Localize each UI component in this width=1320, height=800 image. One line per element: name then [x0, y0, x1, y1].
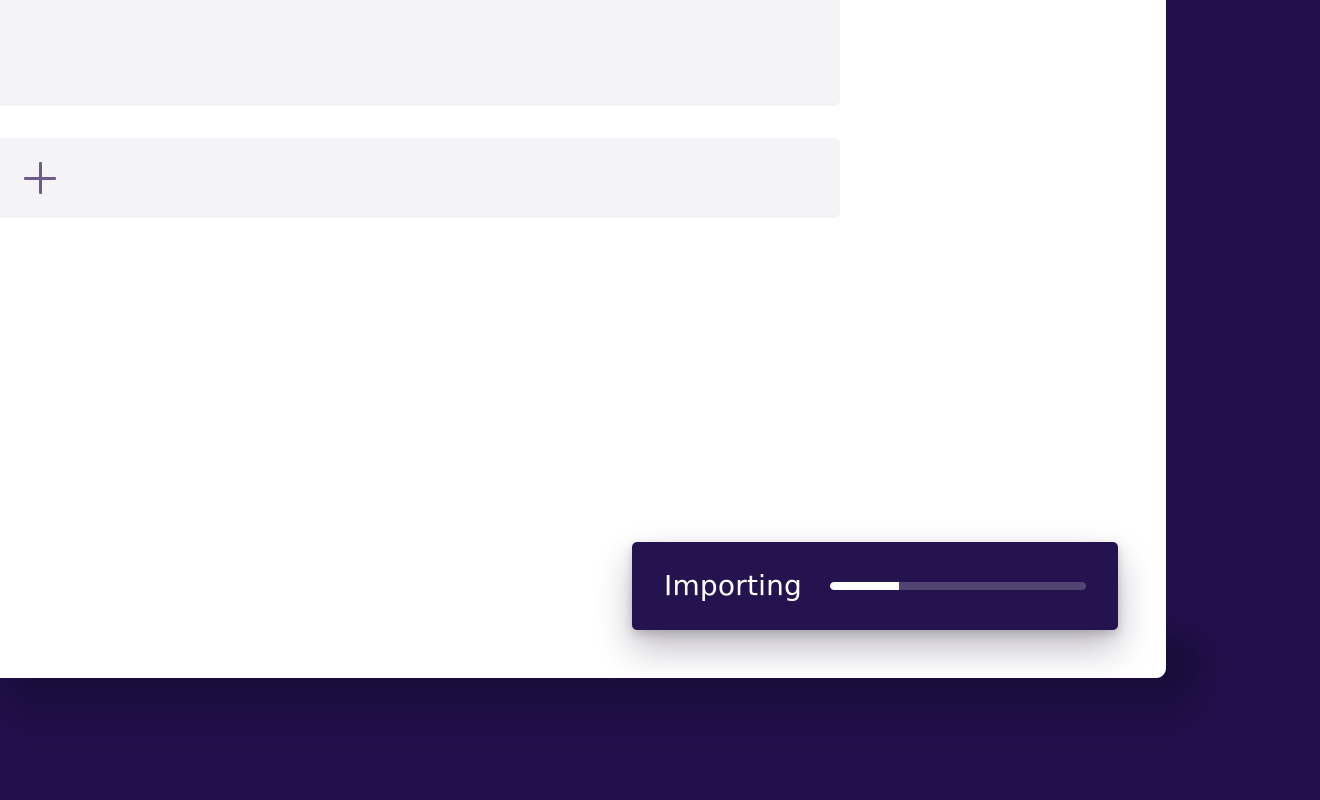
add-item-row[interactable]	[0, 138, 840, 218]
toast-label: Importing	[664, 569, 803, 602]
app-window: Importing	[0, 0, 1166, 678]
progress-bar	[830, 582, 1086, 590]
import-toast: Importing	[632, 542, 1118, 630]
content-panel	[0, 0, 840, 106]
plus-icon[interactable]	[24, 162, 56, 194]
progress-fill	[830, 582, 900, 590]
